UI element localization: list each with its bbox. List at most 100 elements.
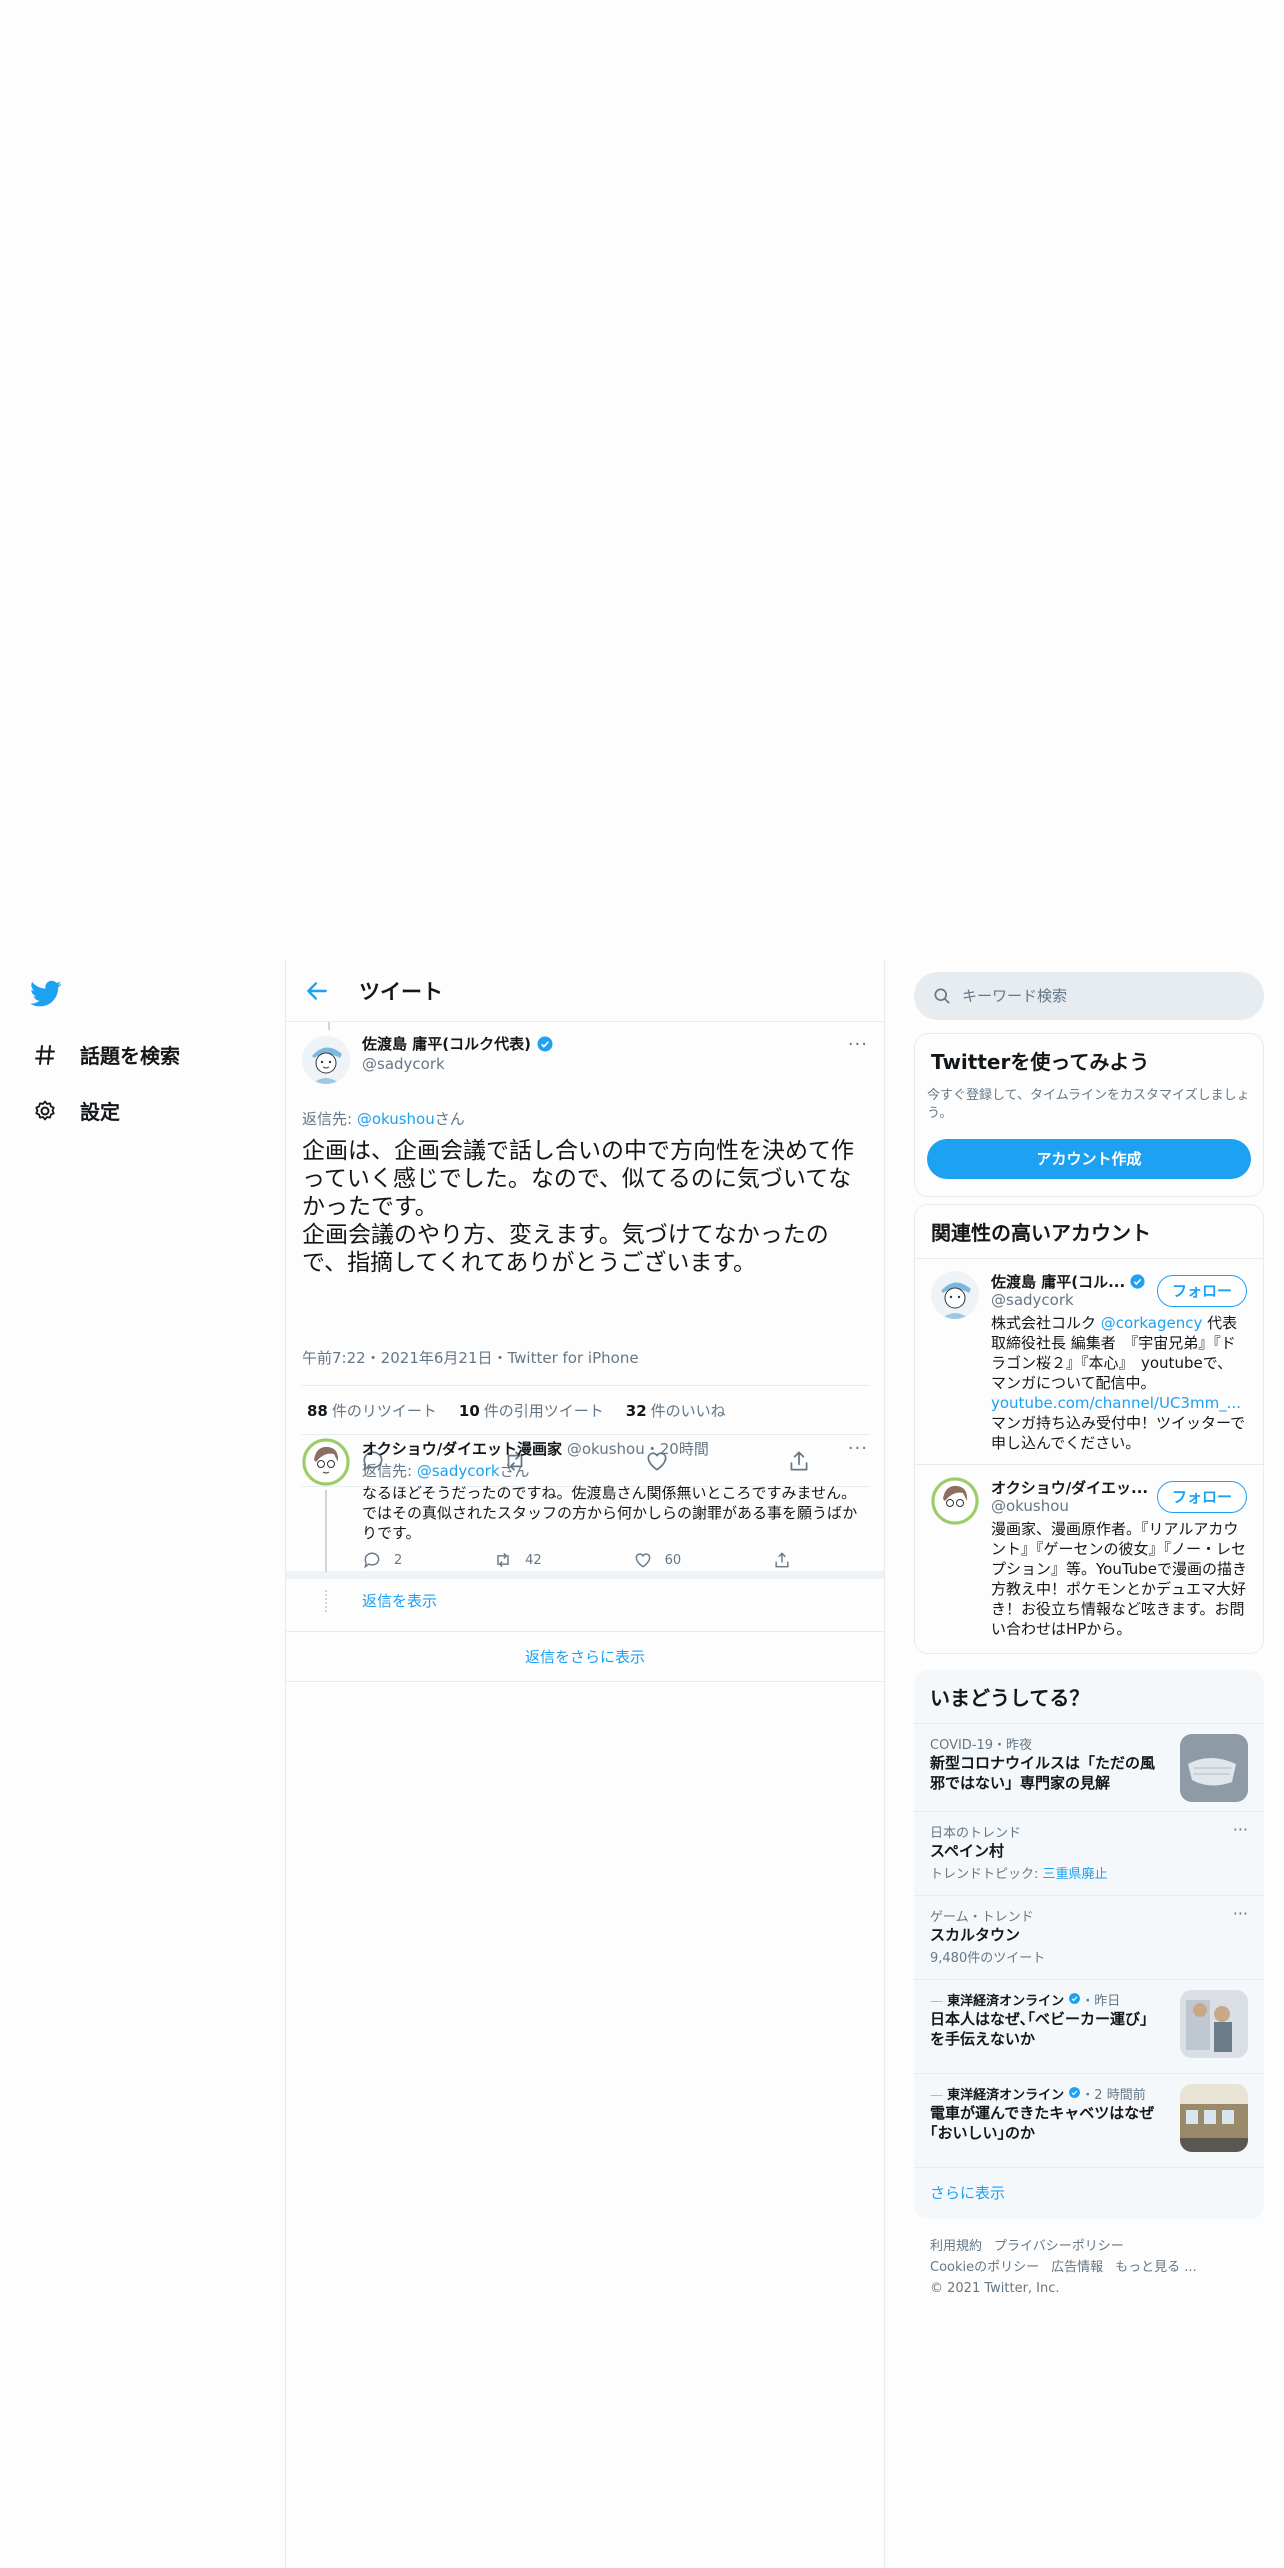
trend-item[interactable]: 日本のトレンド スペイン村 トレンドトピック: 三重県廃止 ··· [914,1811,1264,1895]
related-title: 関連性の高いアカウント [931,1221,1151,1245]
quote-count: 10 [458,1401,480,1420]
more-link[interactable]: もっと見る ... [1115,2260,1197,2275]
show-replies-link[interactable]: 返信を表示 [362,1590,437,1611]
like-heart-icon [635,1553,650,1568]
search-bar[interactable] [914,972,1264,1020]
trend-time: ・昨日 [1081,1994,1121,2009]
thread-dots [325,1590,327,1612]
cookie-link[interactable]: Cookieのポリシー [930,2260,1039,2275]
follow-button[interactable]: フォロー [1156,1481,1247,1513]
related-account[interactable]: オクショウ/ダイエッ... @okushou フォロー 漫画家、漫画原作者。『リ… [915,1464,1263,1653]
reply-to-link[interactable]: @sadycork [417,1462,500,1480]
trend-item[interactable]: — 東洋経済オンライン ・昨日 日本人はなぜ､｢ベビーカー運び｣を手伝えないか [914,1979,1264,2073]
tweet-timestamp[interactable]: 午前7:22・2021年6月21日・Twitter for iPhone [302,1347,639,1368]
reply-tweet[interactable]: オクショウ/ダイエット漫画家 @okushou・20時間 ··· 返信先: @s… [286,1426,884,1579]
privacy-link[interactable]: プライバシーポリシー [994,2239,1124,2254]
reply-count: 2 [394,1552,403,1568]
reply-to-prefix: 返信先: [302,1110,357,1128]
related-accounts-card: 関連性の高いアカウント 佐渡島 庸平(コル... @sadycork フォロー … [914,1204,1264,1654]
trend-source: 東洋経済オンライン [947,1994,1065,2009]
account-name[interactable]: オクショウ/ダイエッ... [991,1477,1148,1498]
trend-title: 日本人はなぜ､｢ベビーカー運び｣を手伝えないか [930,2010,1148,2048]
reply-to: 返信先: @sadycorkさん [362,1460,530,1481]
account-name[interactable]: 佐渡島 庸平(コル... [991,1271,1125,1292]
share-icon [775,1552,789,1568]
nav-settings-label: 設定 [80,1100,120,1124]
trend-sub: 9,480件のツイート [930,1951,1046,1966]
trend-item[interactable]: COVID-19・昨夜 新型コロナウイルスは「ただの風邪ではない」専門家の見解 [914,1723,1264,1811]
thread-line [328,1022,330,1030]
retweet-button[interactable]: 42 [493,1550,542,1570]
reply-to-suffix: さん [434,1110,465,1128]
avatar[interactable] [931,1477,979,1525]
quote-stat[interactable]: 10 件の引用ツイート [459,1400,604,1421]
verified-badge-icon [1130,1273,1145,1289]
nav-explore-label: 話題を検索 [80,1044,180,1068]
trend-item[interactable]: — 東洋経済オンライン ・2 時間前 電車が運んできたキャベツはなぜ｢おいしい｣… [914,2073,1264,2167]
footer: 利用規約 プライバシーポリシー Cookieのポリシー 広告情報 もっと見る ... … [930,2236,1250,2299]
avatar[interactable] [931,1271,979,1319]
trend-time: ・2 時間前 [1081,2088,1146,2103]
avatar[interactable] [302,1438,350,1486]
reply-to-link[interactable]: @okushou [357,1110,435,1128]
trend-sub: トレンドトピック: 三重県廃止 [930,1863,1248,1882]
more-options-icon[interactable]: ··· [848,1438,868,1459]
verified-badge-icon [537,1036,553,1052]
trend-meta: 日本のトレンド [930,1826,1022,1841]
page-title: ツイート [359,980,443,1004]
like-button[interactable]: 60 [633,1550,681,1570]
signup-card: Twitterを使ってみよう 今すぐ登録して、タイムラインをカスタマイズしましょ… [914,1033,1264,1197]
more-options-icon[interactable]: ··· [1233,1904,1248,1923]
trends-card: いまどうしてる？ COVID-19・昨夜 新型コロナウイルスは「ただの風邪ではな… [914,1670,1264,2219]
ads-link[interactable]: 広告情報 [1051,2260,1103,2275]
back-arrow-icon[interactable] [304,978,330,1004]
trend-title: 新型コロナウイルスは「ただの風邪ではない」専門家の見解 [930,1754,1156,1792]
trend-thumbnail [1180,1734,1248,1802]
terms-link[interactable]: 利用規約 [930,2239,982,2254]
reply-handle-time[interactable]: @okushou・20時間 [567,1440,709,1458]
follow-button[interactable]: フォロー [1156,1275,1247,1307]
trend-thumbnail [1180,1990,1248,2058]
bio-url-link[interactable]: youtube.com/channel/UC3mm_... [991,1394,1241,1412]
thread-line [325,1490,327,1572]
reply-button[interactable]: 2 [362,1550,402,1570]
show-more-trends-link[interactable]: さらに表示 [914,2167,1264,2217]
avatar[interactable] [302,1036,350,1084]
nav-settings[interactable]: 設定 [32,1096,120,1125]
like-stat[interactable]: 32 件のいいね [626,1400,726,1421]
reply-text: なるほどそうだったのですね。佐渡島さん関係無いところですみません。ではその真似さ… [362,1484,858,1542]
author-handle[interactable]: @sadycork [362,1054,554,1074]
trend-meta: ゲーム・トレンド [930,1910,1034,1925]
retweet-label: 件のリツイート [331,1401,437,1420]
more-options-icon[interactable]: ··· [848,1034,868,1055]
reply-author-name[interactable]: オクショウ/ダイエット漫画家 [362,1440,562,1458]
focused-tweet: 佐渡島 庸平(コルク代表) @sadycork ··· 返信先: @okusho… [286,1022,884,1488]
search-input[interactable] [962,987,1242,1005]
copyright: © 2021 Twitter, Inc. [930,2281,1060,2296]
trend-item[interactable]: ゲーム・トレンド スカルタウン 9,480件のツイート ··· [914,1895,1264,1979]
related-account[interactable]: 佐渡島 庸平(コル... @sadycork フォロー 株式会社コルク @cor… [915,1258,1263,1464]
trends-title: いまどうしてる？ [930,1686,1090,1710]
verified-badge-icon [1069,1993,1081,2004]
verified-badge-icon [1069,2087,1081,2098]
bio-mention-link[interactable]: @corkagency [1101,1314,1203,1332]
nav-explore[interactable]: 話題を検索 [32,1040,180,1069]
trend-topic-link[interactable]: 三重県廃止 [1043,1867,1108,1882]
bio-text: 株式会社コルク [991,1314,1101,1332]
twitter-logo-icon[interactable] [30,980,62,1008]
search-icon [934,988,950,1004]
share-button[interactable] [772,1550,792,1570]
tweet-text: 企画は、企画会議で話し合いの中で方向性を決めて作っていく感じでした。なので、似て… [302,1137,872,1277]
main-header: ツイート [286,960,884,1022]
show-more-replies-button[interactable]: 返信をさらに表示 [286,1631,884,1682]
reply-to-suffix: さん [499,1462,530,1480]
create-account-button[interactable]: アカウント作成 [927,1139,1251,1179]
signup-description: 今すぐ登録して、タイムラインをカスタマイズしましょう。 [927,1088,1250,1121]
bio-text: マンガ持ち込み受付中！ツイッターで申し込んでください。 [991,1414,1246,1452]
tweet-text-line1: 企画は、企画会議で話し合いの中で方向性を決めて作っていく感じでした。なので、似て… [302,1138,854,1220]
more-options-icon[interactable]: ··· [1233,1820,1248,1839]
like-label: 件のいいね [650,1401,726,1420]
retweet-stat[interactable]: 88 件のリツイート [307,1400,437,1421]
reply-to: 返信先: @okushouさん [302,1108,465,1129]
author-name[interactable]: 佐渡島 庸平(コルク代表) [362,1034,531,1054]
